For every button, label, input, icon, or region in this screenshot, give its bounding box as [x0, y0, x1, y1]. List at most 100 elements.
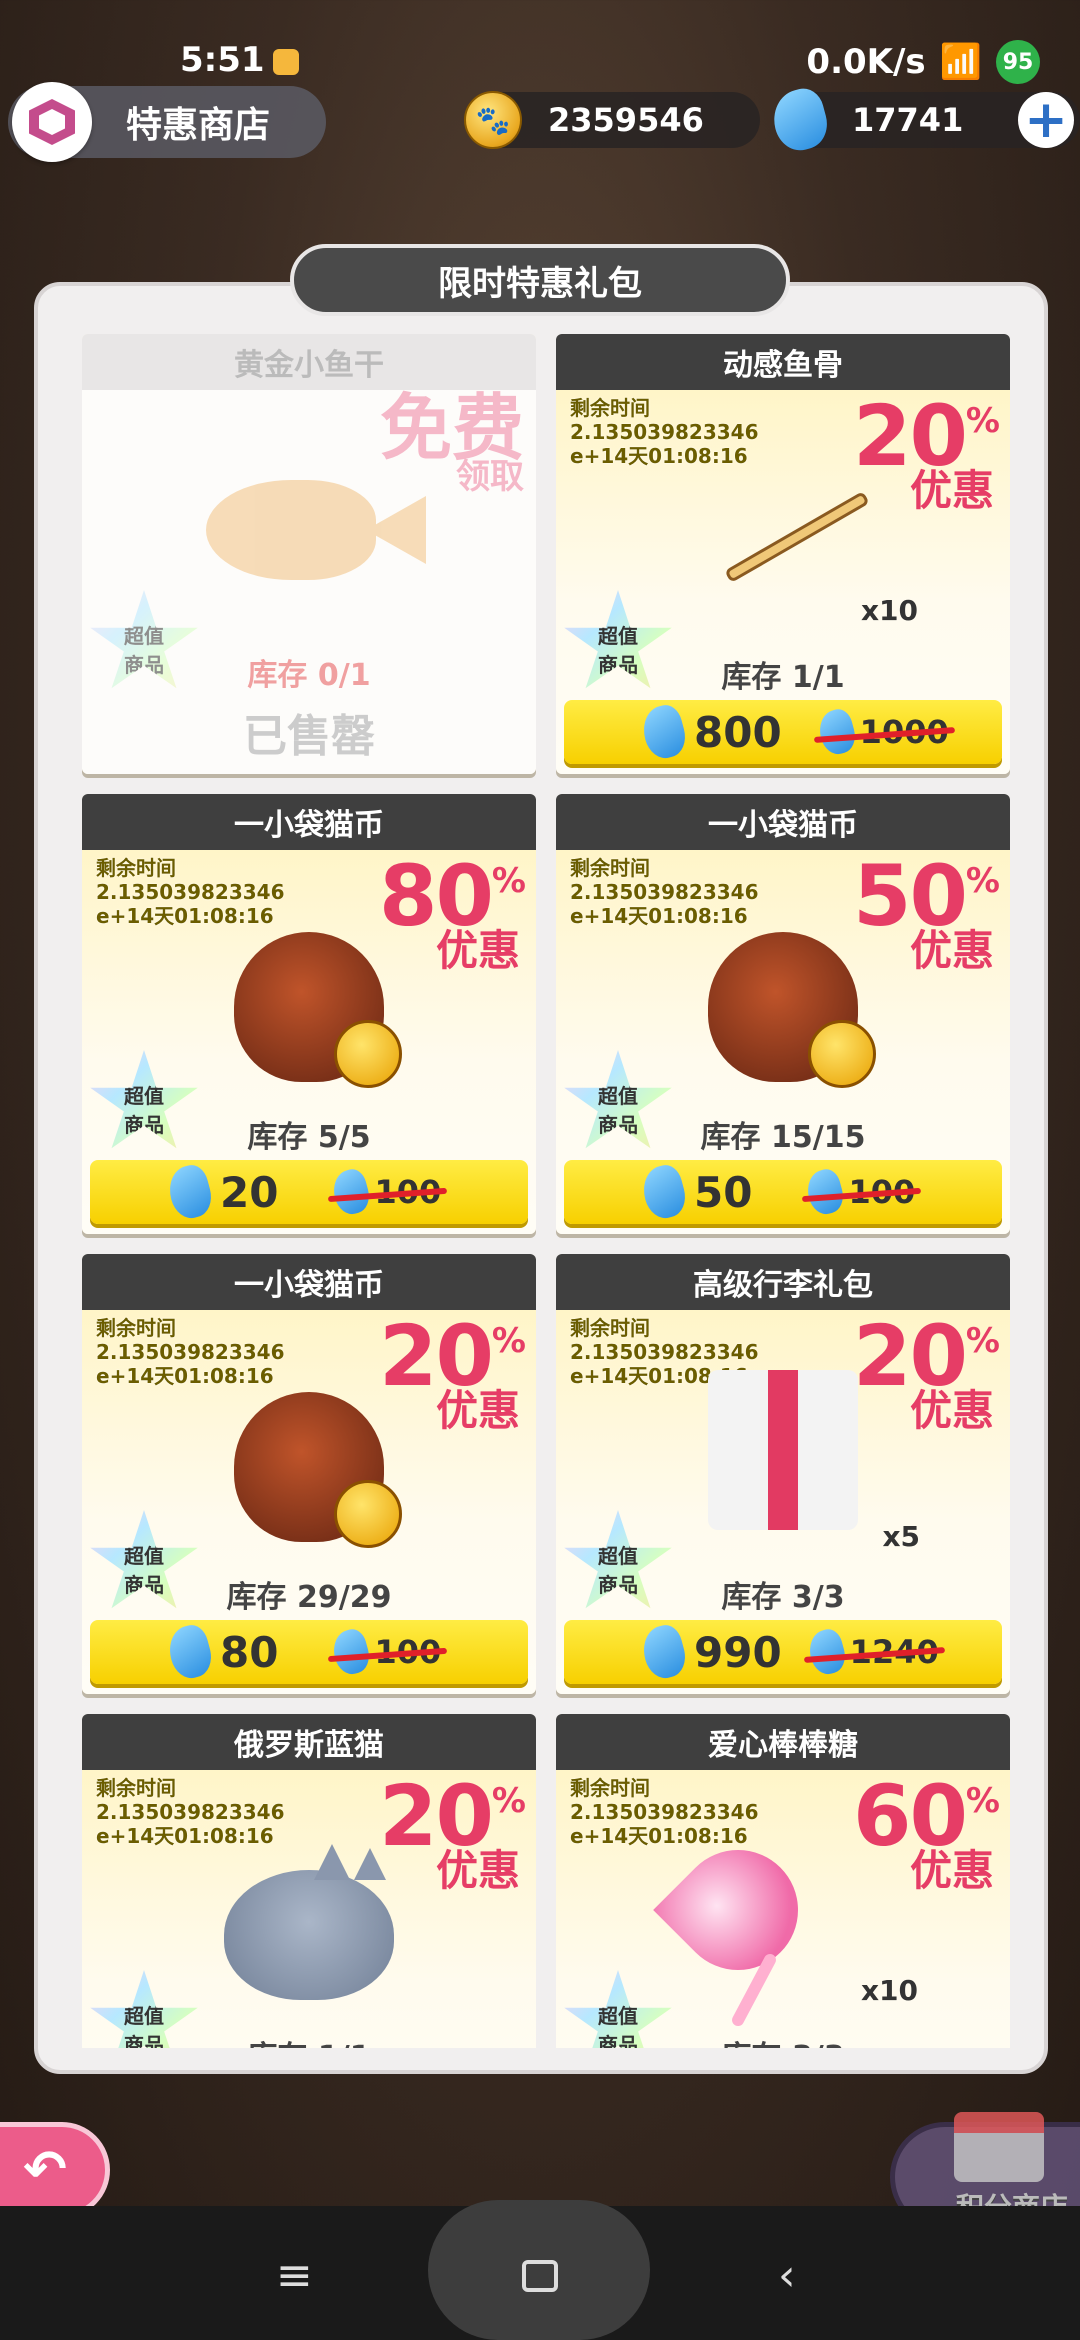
price-original: 100	[328, 1166, 448, 1218]
fish-gem-icon	[804, 1626, 849, 1678]
discount-label: 20% 优惠	[379, 1307, 526, 1435]
buy-button[interactable]: 990 1240	[564, 1620, 1002, 1684]
timer-suffix: e+14天01:08:16	[570, 1824, 748, 1848]
buy-button[interactable]: 20 100	[90, 1160, 528, 1224]
timer-suffix: e+14天01:08:16	[96, 1364, 274, 1388]
price-original: 100	[802, 1166, 922, 1218]
timer-suffix: e+14天01:08:16	[570, 444, 748, 468]
offer-body: 剩余时间 2.135039823346 e+14天01:08:16 20% 优惠 x5…	[556, 1310, 1010, 1694]
badge-line1: 超值	[598, 624, 638, 648]
status-time: 5:51	[180, 40, 299, 80]
remaining-time: 剩余时间 2.135039823346 e+14天01:08:16	[96, 1776, 285, 1848]
status-indicators: 0.0K/s 📶 95	[806, 40, 1040, 84]
timer-label: 剩余时间	[570, 1316, 650, 1340]
fish-gem-icon	[803, 1166, 848, 1218]
price-original: 100	[328, 1626, 448, 1678]
fish-amount: 17741	[852, 101, 964, 139]
timer-suffix: e+14天01:08:16	[96, 904, 274, 928]
offer-body: 剩余时间 2.135039823346 e+14天01:08:16 20% 优惠 x1…	[556, 390, 1010, 774]
sold-out-text: 已售罄	[243, 711, 375, 762]
badge-line1: 超值	[598, 2004, 638, 2028]
remaining-time: 剩余时间 2.135039823346 e+14天01:08:16	[570, 396, 759, 468]
timer-value: 2.135039823346	[96, 1800, 285, 1824]
item-quantity: x10	[860, 1974, 918, 2007]
price-current: 800	[694, 707, 782, 757]
badge-line1: 超值	[124, 1084, 164, 1108]
fish-gem-icon	[814, 706, 859, 758]
offer-card-luggage-gift[interactable]: 高级行李礼包 剩余时间 2.135039823346 e+14天01:08:16 2…	[556, 1254, 1010, 1694]
paw-coin-icon: 🐾	[464, 91, 522, 149]
offer-body: 剩余时间 2.135039823346 e+14天01:08:16 20% 优惠 超值…	[82, 1310, 536, 1694]
add-currency-button[interactable]: +	[1018, 92, 1074, 148]
timer-suffix: e+14天01:08:16	[570, 904, 748, 928]
dried-fish-icon	[205, 480, 426, 580]
offer-card-blue-cat[interactable]: 俄罗斯蓝猫 剩余时间 2.135039823346 e+14天01:08:16 20…	[82, 1714, 536, 2048]
fish-gem-icon	[329, 1166, 374, 1218]
timer-label: 剩余时间	[96, 856, 176, 880]
offers-panel: 黄金小鱼干 免费 领取 超值 商品 库存 0/1 已售罄 动感鱼骨 剩余时间 2.1…	[34, 282, 1048, 2074]
offer-title: 俄罗斯蓝猫	[82, 1714, 536, 1770]
shop-title-pill: 特惠商店	[8, 82, 326, 162]
fish-gem-icon	[163, 1621, 217, 1683]
fish-gem-icon	[637, 1621, 691, 1683]
badge-line1: 超值	[124, 1544, 164, 1568]
offer-card-golden-fish[interactable]: 黄金小鱼干 免费 领取 超值 商品 库存 0/1 已售罄	[82, 334, 536, 774]
fish-gem-icon	[637, 1161, 691, 1223]
offer-card-heart-lollipop[interactable]: 爱心棒棒糖 剩余时间 2.135039823346 e+14天01:08:16 60…	[556, 1714, 1010, 2048]
timer-value: 2.135039823346	[96, 1340, 285, 1364]
nav-home-icon[interactable]	[522, 2260, 558, 2292]
fish-gem-icon	[637, 701, 691, 763]
gift-box-icon	[708, 1370, 858, 1530]
coin-amount: 2359546	[548, 101, 704, 139]
remaining-time: 剩余时间 2.135039823346 e+14天01:08:16	[96, 856, 285, 928]
offer-card-coin-bag[interactable]: 一小袋猫币 剩余时间 2.135039823346 e+14天01:08:16 20…	[82, 1254, 536, 1694]
badge-line1: 超值	[598, 1084, 638, 1108]
page-title: 特惠商店	[126, 105, 271, 146]
discount-label: 50% 优惠	[853, 847, 1000, 975]
stock-text: 库存 1/1	[82, 2032, 536, 2048]
coin-bag-icon	[234, 1392, 402, 1548]
offer-card-fishbone[interactable]: 动感鱼骨 剩余时间 2.135039823346 e+14天01:08:16 20%…	[556, 334, 1010, 774]
badge-line1: 超值	[124, 2004, 164, 2028]
timer-suffix: e+14天01:08:16	[96, 1824, 274, 1848]
fish-gem-icon	[767, 84, 833, 156]
discount-label: 20% 优惠	[853, 1307, 1000, 1435]
fishbone-icon	[707, 470, 877, 600]
timer-value: 2.135039823346	[570, 420, 759, 444]
nav-back-icon[interactable]: ‹	[778, 2250, 796, 2301]
offer-title: 一小袋猫币	[82, 794, 536, 850]
price-current: 80	[220, 1627, 279, 1677]
stock-text: 库存 29/29	[226, 1580, 392, 1615]
timer-label: 剩余时间	[570, 396, 650, 420]
nav-menu-icon[interactable]: ≡	[276, 2250, 313, 2301]
coin-bag-icon	[234, 932, 402, 1088]
badge-line1: 超值	[124, 624, 164, 648]
price-current: 50	[694, 1167, 753, 1217]
panel-title: 限时特惠礼包	[290, 244, 790, 316]
free-stamp: 免费 领取	[380, 392, 524, 494]
offer-title: 爱心棒棒糖	[556, 1714, 1010, 1770]
timer-label: 剩余时间	[96, 1316, 176, 1340]
fish-gem-icon	[163, 1161, 217, 1223]
offer-body: 剩余时间 2.135039823346 e+14天01:08:16 60% 优惠 x1…	[556, 1770, 1010, 2048]
discount-label: 80% 优惠	[379, 847, 526, 975]
stock-text: 库存 5/5	[247, 1120, 371, 1155]
offer-card-coin-bag[interactable]: 一小袋猫币 剩余时间 2.135039823346 e+14天01:08:16 80…	[82, 794, 536, 1234]
buy-button[interactable]: 50 100	[564, 1160, 1002, 1224]
buy-button[interactable]: 800 1000	[564, 700, 1002, 764]
buy-button[interactable]: 80 100	[90, 1620, 528, 1684]
offer-title: 一小袋猫币	[556, 794, 1010, 850]
remaining-time: 剩余时间 2.135039823346 e+14天01:08:16	[570, 856, 759, 928]
blue-cat-icon	[224, 1844, 394, 2000]
heart-lollipop-icon	[652, 1825, 823, 2029]
network-speed: 0.0K/s	[806, 42, 926, 82]
back-button[interactable]: ↶	[0, 2122, 110, 2218]
offers-grid[interactable]: 黄金小鱼干 免费 领取 超值 商品 库存 0/1 已售罄 动感鱼骨 剩余时间 2.1…	[82, 334, 1010, 2048]
notification-icon	[272, 48, 299, 75]
timer-value: 2.135039823346	[570, 880, 759, 904]
stock-text: 库存 15/15	[700, 1120, 866, 1155]
offer-card-coin-bag[interactable]: 一小袋猫币 剩余时间 2.135039823346 e+14天01:08:16 50…	[556, 794, 1010, 1234]
wifi-icon: 📶	[939, 42, 982, 82]
badge-line1: 超值	[598, 1544, 638, 1568]
offer-title: 动感鱼骨	[556, 334, 1010, 390]
